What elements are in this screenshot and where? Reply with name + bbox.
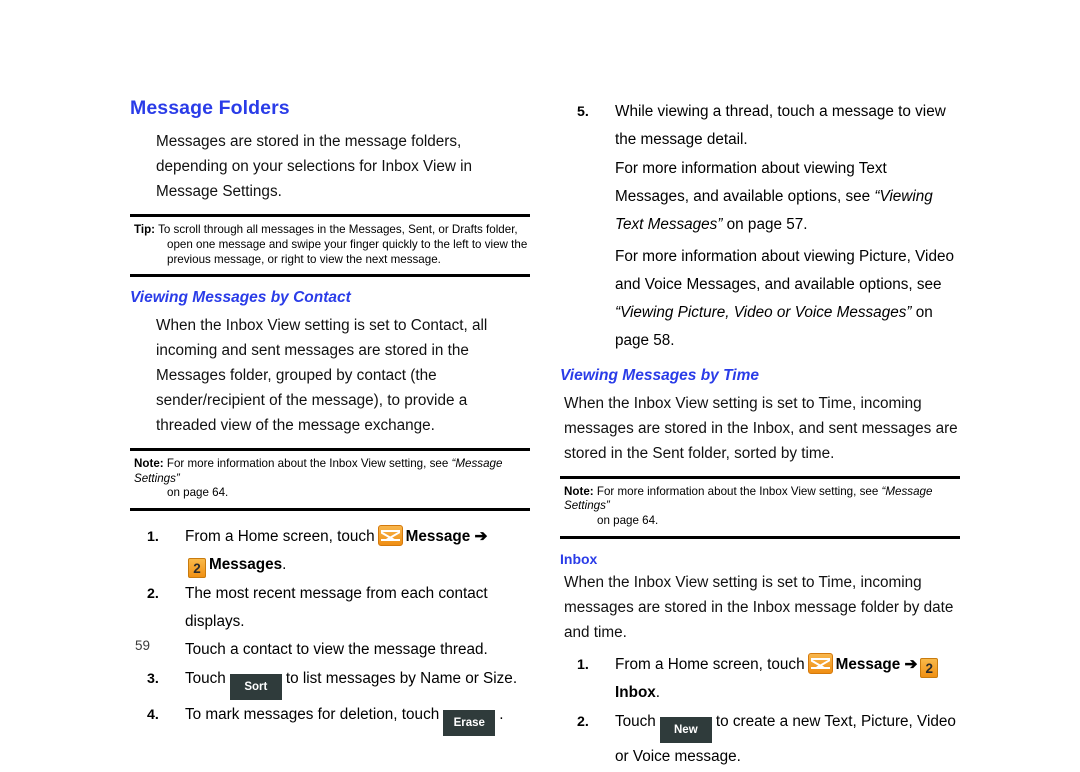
tip-body: Tip: To scroll through all messages in t… xyxy=(130,223,530,267)
new-button[interactable]: New xyxy=(659,716,712,743)
document-page: Message Folders Messages are stored in t… xyxy=(0,0,1080,771)
note-line-2-right: on page 64. xyxy=(597,514,659,527)
note-label-right: Note: xyxy=(564,484,594,498)
step-item-2: 2. The most recent message from each con… xyxy=(130,580,530,664)
step-text: From a Home screen, touch xyxy=(185,527,375,545)
step-number: 5. xyxy=(577,104,589,120)
step-text: The most recent message from each contac… xyxy=(185,584,488,630)
step-number: 1. xyxy=(147,528,159,545)
left-column: Message Folders Messages are stored in t… xyxy=(130,97,530,737)
inbox-target-label[interactable]: Inbox xyxy=(615,684,656,701)
note-body-left: Note: For more information about the Inb… xyxy=(130,457,530,501)
step-number: 3. xyxy=(147,670,159,687)
page-number: 59 xyxy=(135,638,151,653)
left-steps-list: 1. From a Home screen, touch Message ➔ 2M… xyxy=(130,523,530,736)
step-text: Touch xyxy=(615,712,656,730)
note-callout-right: Note: For more information about the Inb… xyxy=(560,475,960,539)
badge-2[interactable]: 2 xyxy=(920,657,939,678)
viewing-by-time-body: When the Inbox View setting is set to Ti… xyxy=(564,394,958,462)
step-period: . xyxy=(282,555,287,573)
inbox-step-item-1: 1. From a Home screen, touch Message ➔ 2 In… xyxy=(560,651,960,707)
step-number: 2. xyxy=(147,585,159,602)
note-line-1-right: For more information about the Inbox Vie… xyxy=(596,484,879,498)
step-sub-line: 2 Messages. xyxy=(185,551,530,579)
step-text: From a Home screen, touch xyxy=(615,655,805,673)
step-item-3: 3. Touch Sort to list messages by Name or … xyxy=(130,665,530,700)
tip-callout: Tip: To scroll through all messages in t… xyxy=(130,214,530,278)
step-item-4: 4. To mark messages for deletion, touch E… xyxy=(130,701,530,736)
note-line-1-left: For more information about the Inbox Vie… xyxy=(166,457,449,471)
step-period: . xyxy=(655,683,661,701)
step-item-5: 5. While viewing a thread, touch a messa… xyxy=(560,98,960,154)
step-text: While viewing a thread, touch a message … xyxy=(615,103,946,148)
step-text: Touch xyxy=(185,669,226,687)
section-heading-inbox: Inbox xyxy=(560,550,598,567)
message-link-label[interactable]: Message xyxy=(406,528,471,545)
message-link-label[interactable]: Message xyxy=(836,656,901,673)
step5-paragraph-2: For more information about viewing Pictu… xyxy=(560,243,960,355)
messages-target-label[interactable]: Messages xyxy=(209,556,282,573)
right-steps-continued: 5. While viewing a thread, touch a messa… xyxy=(560,98,960,154)
arrow-icon: ➔ xyxy=(474,527,488,545)
sort-button[interactable]: Sort xyxy=(229,673,282,700)
badge-2[interactable]: 2 xyxy=(188,557,206,578)
tip-line-2: open one message and swipe your finger q… xyxy=(167,238,528,266)
step-sub-line: Touch a contact to view the message thre… xyxy=(185,640,488,658)
note-label-left: Note: xyxy=(134,457,164,471)
note-body-right: Note: For more information about the Inb… xyxy=(560,485,960,529)
step-number: 2. xyxy=(577,713,589,730)
tip-line-1: To scroll through all messages in the Me… xyxy=(158,223,518,237)
section-heading-viewing-by-time: Viewing Messages by Time xyxy=(560,367,759,384)
step-text: To mark messages for deletion, touch xyxy=(185,705,440,723)
inbox-body: When the Inbox View setting is set to Ti… xyxy=(564,573,954,641)
step5-p1-text-a: For more information about viewing Text … xyxy=(615,160,887,205)
intro-paragraph: Messages are stored in the message folde… xyxy=(156,133,473,201)
viewing-by-contact-body: When the Inbox View setting is set to Co… xyxy=(156,317,488,435)
envelope-icon[interactable] xyxy=(807,652,833,674)
step-text-after: to list messages by Name or Size. xyxy=(285,669,518,687)
step5-paragraph-1: For more information about viewing Text … xyxy=(560,155,960,239)
arrow-icon: ➔ xyxy=(904,655,918,673)
section-heading-viewing-by-contact: Viewing Messages by Contact xyxy=(130,289,351,307)
erase-button[interactable]: Erase xyxy=(443,709,496,736)
step-number: 1. xyxy=(577,656,589,673)
right-column: 5. While viewing a thread, touch a messa… xyxy=(560,98,960,772)
inbox-step-item-2: 2. Touch New to create a new Text, Picture… xyxy=(560,708,960,771)
page-title: Message Folders xyxy=(130,97,290,119)
step-text-after: . xyxy=(499,705,504,723)
inbox-steps-list: 1. From a Home screen, touch Message ➔ 2 In… xyxy=(560,651,960,771)
step-item-1: 1. From a Home screen, touch Message ➔ 2M… xyxy=(130,523,530,579)
step5-p2-text-a: For more information about viewing Pictu… xyxy=(615,248,954,293)
note-line-2-left: on page 64. xyxy=(167,486,229,500)
tip-label: Tip: xyxy=(134,223,156,237)
envelope-icon[interactable] xyxy=(377,524,403,546)
note-callout-left: Note: For more information about the Inb… xyxy=(130,448,530,511)
step5-p2-reference: “Viewing Picture, Video or Voice Message… xyxy=(615,304,912,321)
step-number: 4. xyxy=(147,706,159,723)
step5-p1-text-b: on page 57. xyxy=(726,216,808,233)
